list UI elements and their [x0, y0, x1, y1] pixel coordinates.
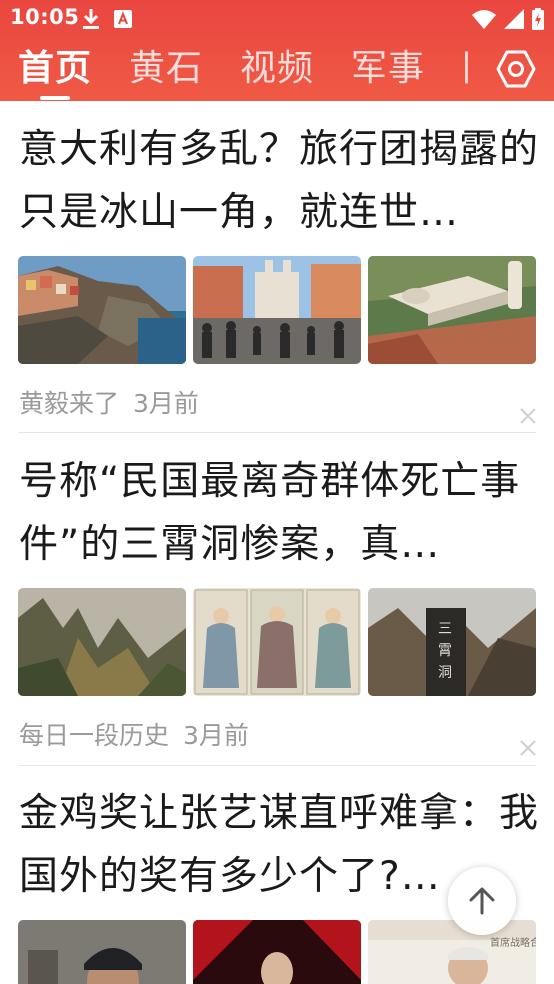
stone-marker-image[interactable]: 三霄洞 — [368, 588, 536, 696]
active-tab-indicator — [40, 96, 70, 100]
event-backdrop-image[interactable]: 首席战略合作 — [368, 920, 536, 984]
channel-tabs: 首页 黄石 视频 军事 国 — [0, 38, 468, 101]
arrow-up-icon — [469, 887, 495, 915]
download-icon — [82, 8, 100, 34]
tab-home[interactable]: 首页 — [18, 47, 92, 91]
close-icon — [520, 740, 536, 756]
stone-marker-text: 三霄洞 — [438, 621, 452, 681]
status-time: 10:05 — [10, 5, 80, 29]
news-image-row: 首席战略合作 — [18, 920, 536, 984]
settings-hexagon-icon — [496, 50, 536, 88]
news-time: 3月前 — [183, 721, 249, 750]
dismiss-button[interactable] — [518, 406, 538, 426]
news-image-row — [18, 256, 536, 364]
news-title[interactable]: 号称“民国最离奇群体死亡事件”的三霄洞惨案，真… — [19, 450, 539, 576]
channel-settings-button[interactable] — [496, 49, 536, 89]
tab-military[interactable]: 军事 — [351, 47, 425, 91]
pisa-cathedral-image[interactable] — [368, 256, 536, 364]
status-bar: 10:05 — [0, 0, 554, 38]
three-goddesses-painting[interactable] — [193, 588, 361, 696]
tab-huangshi[interactable]: 黄石 — [129, 47, 203, 91]
news-title[interactable]: 意大利有多乱？旅行团揭露的只是冰山一角，就连世… — [19, 118, 539, 244]
misty-mountain-image[interactable] — [18, 588, 186, 696]
top-bar: 10:05 首页 黄石 视频 军事 国 — [0, 0, 554, 101]
news-item[interactable]: 意大利有多乱？旅行团揭露的只是冰山一角，就连世… 黄毅来了 3月前 — [0, 118, 554, 434]
feed-divider — [18, 432, 536, 433]
news-meta: 黄毅来了 3月前 — [19, 384, 199, 420]
dismiss-button[interactable] — [518, 738, 538, 758]
wifi-icon — [472, 9, 496, 33]
news-source: 黄毅来了 — [19, 389, 120, 418]
news-feed: 意大利有多乱？旅行团揭露的只是冰山一角，就连世… 黄毅来了 3月前 号称“民国最… — [0, 101, 554, 984]
news-time: 3月前 — [133, 389, 199, 418]
man-in-cap-image[interactable] — [18, 920, 186, 984]
red-stage-image[interactable] — [193, 920, 361, 984]
coastal-village-image[interactable] — [18, 256, 186, 364]
app-notification-icon — [114, 10, 132, 32]
news-source: 每日一段历史 — [19, 721, 170, 750]
tab-video[interactable]: 视频 — [240, 47, 314, 91]
channel-tab-bar: 首页 黄石 视频 军事 国 — [0, 38, 554, 101]
backdrop-text: 首席战略合作 — [490, 938, 536, 949]
tab-national[interactable]: 国 — [462, 47, 468, 91]
spanish-steps-image[interactable] — [193, 256, 361, 364]
news-image-row: 三霄洞 — [18, 588, 536, 696]
feed-divider — [18, 765, 536, 766]
news-meta: 每日一段历史 3月前 — [19, 716, 249, 752]
news-item[interactable]: 号称“民国最离奇群体死亡事件”的三霄洞惨案，真… 三霄洞 每日一段历史 3月前 — [0, 450, 554, 766]
battery-charging-icon — [532, 8, 544, 34]
cellular-signal-icon — [504, 9, 524, 33]
close-icon — [520, 408, 536, 424]
back-to-top-button[interactable] — [448, 867, 516, 935]
